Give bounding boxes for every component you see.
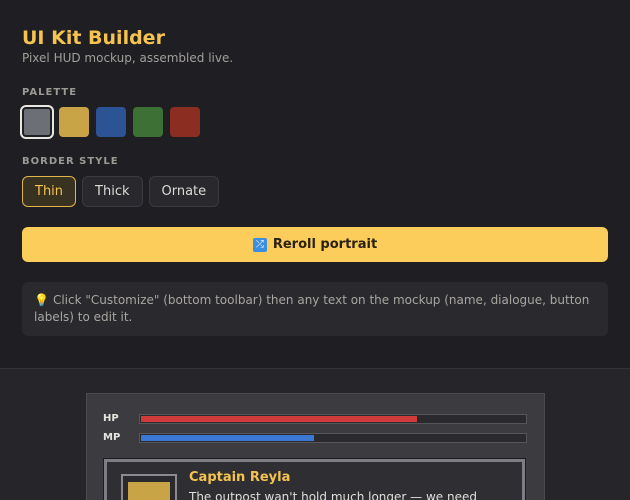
swatch-green[interactable]: [133, 107, 163, 137]
lightbulb-icon: 💡: [34, 293, 49, 307]
page-title: UI Kit Builder: [22, 27, 165, 49]
border-thick-button[interactable]: Thick: [82, 176, 143, 207]
reroll-portrait-button[interactable]: ⤮ Reroll portrait: [22, 227, 608, 262]
swatch-blue[interactable]: [96, 107, 126, 137]
border-thin-button[interactable]: Thin: [22, 176, 77, 207]
hp-bar: [139, 413, 527, 424]
character-name[interactable]: Captain Reyla: [189, 470, 290, 485]
dialogue-text[interactable]: The outpost wan't hold much longer — we …: [189, 490, 477, 500]
customize-tip: 💡 Click "Customize" (bottom toolbar) then…: [22, 282, 608, 336]
page-subtitle: Pixel HUD mockup, assembled live.: [22, 51, 234, 65]
character-portrait: [121, 474, 177, 500]
palette-label: PALETTE: [22, 87, 78, 98]
reroll-label: Reroll portrait: [272, 237, 378, 252]
hp-label: HP: [103, 413, 119, 424]
hud-mockup: HP MP Captain Reyla The outpost wan't ho…: [86, 393, 545, 500]
mp-bar: [139, 432, 527, 443]
mp-row: MP: [103, 432, 527, 443]
border-style-label: BORDER STYLE: [22, 156, 119, 167]
tip-text: Click "Customize" (bottom toolbar) then …: [34, 293, 590, 324]
swatch-gold[interactable]: [59, 107, 89, 137]
shuffle-icon: ⤮: [252, 237, 267, 252]
portrait-image: [128, 482, 170, 500]
builder-panel: UI Kit Builder Pixel HUD mockup, assembl…: [0, 0, 630, 368]
hp-bar-fill: [141, 415, 417, 422]
border-style-options: Thin Thick Ornate: [22, 176, 220, 207]
hp-row: HP: [103, 413, 527, 424]
swatch-red[interactable]: [170, 107, 200, 137]
dialogue-box: Captain Reyla The outpost wan't hold muc…: [103, 458, 526, 500]
mp-label: MP: [103, 432, 121, 443]
border-ornate-button[interactable]: Ornate: [148, 176, 220, 207]
mp-bar-fill: [141, 434, 314, 441]
swatch-gray[interactable]: [20, 105, 54, 139]
palette-swatches: [20, 105, 200, 139]
